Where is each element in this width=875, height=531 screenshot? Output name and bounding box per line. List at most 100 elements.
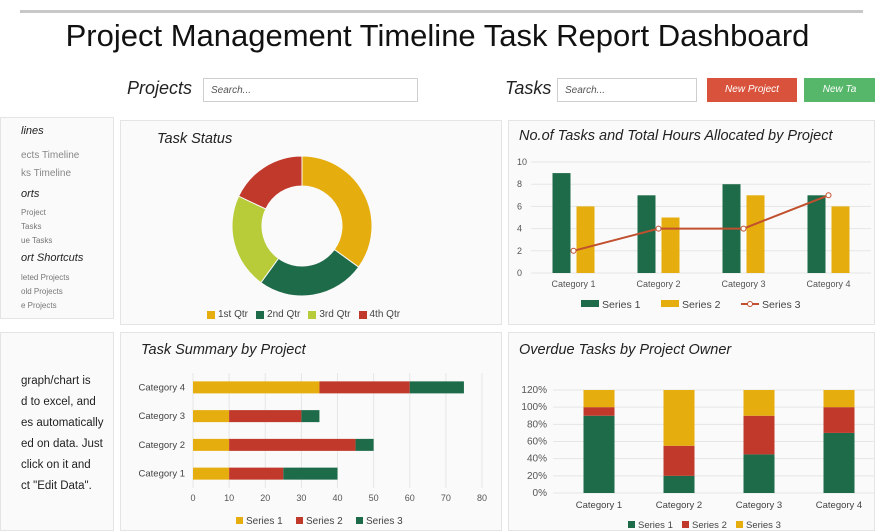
legend-swatch bbox=[628, 521, 635, 528]
y-tick-label: 20% bbox=[527, 471, 547, 482]
x-tick-label: Category 2 bbox=[636, 279, 680, 289]
sidebar-heading-timelines: lines bbox=[21, 125, 44, 137]
sidebar-item-old-projects[interactable]: old Projects bbox=[21, 287, 63, 296]
bar bbox=[831, 206, 850, 273]
legend-swatch bbox=[207, 310, 215, 319]
bar-segment bbox=[319, 381, 410, 394]
bar-segment bbox=[193, 438, 230, 451]
bar-segment bbox=[663, 445, 695, 476]
legend-label: Series 3 bbox=[366, 516, 403, 527]
y-tick-label: 0% bbox=[533, 488, 548, 499]
line-point bbox=[825, 192, 832, 199]
legend-swatch bbox=[682, 521, 689, 528]
sidebar-item-projects-timeline[interactable]: ects Timeline bbox=[21, 150, 79, 161]
legend-swatch bbox=[236, 517, 243, 524]
bar-segment bbox=[409, 381, 464, 394]
bar-segment bbox=[229, 467, 284, 480]
info-line: ct "Edit Data". bbox=[21, 480, 92, 492]
sidebar-heading-shortcuts: ort Shortcuts bbox=[21, 252, 84, 264]
x-tick-label: 10 bbox=[224, 493, 234, 503]
y-tick-label: 80% bbox=[527, 419, 547, 430]
projects-label: Projects bbox=[127, 78, 193, 98]
bar-segment bbox=[355, 438, 374, 451]
info-line: d to excel, and bbox=[21, 396, 96, 408]
legend-label: Series 3 bbox=[746, 520, 781, 531]
new-task-button[interactable]: New Ta bbox=[804, 78, 875, 102]
x-tick-label: 40 bbox=[332, 493, 342, 503]
sidebar-item-report-tasks[interactable]: Tasks bbox=[21, 222, 41, 231]
legend-label: 2nd Qtr bbox=[267, 309, 301, 320]
y-tick-label: 100% bbox=[521, 402, 547, 413]
legend-label: Series 2 bbox=[306, 516, 343, 527]
line-point bbox=[570, 247, 577, 254]
info-line: es automatically bbox=[21, 417, 104, 429]
sidebar-item-completed-projects[interactable]: leted Projects bbox=[21, 273, 69, 282]
y-tick-label: 2 bbox=[517, 246, 522, 256]
tasks-hours-chart: 0 2 4 6 8 10 Category 1 Category 2 Category 3 Cat… bbox=[517, 157, 871, 311]
donut-slice bbox=[237, 155, 303, 210]
bar bbox=[661, 217, 680, 273]
legend-label: Series 2 bbox=[682, 299, 721, 311]
bar bbox=[552, 173, 571, 273]
info-panel: graph/chart is d to excel, and es automa… bbox=[0, 332, 114, 531]
line-point bbox=[740, 225, 747, 232]
y-tick-label: 8 bbox=[517, 179, 522, 189]
legend-swatch bbox=[358, 310, 367, 319]
line-point bbox=[655, 225, 662, 232]
legend-swatch bbox=[308, 310, 317, 319]
legend-item: 1st Qtr bbox=[207, 309, 248, 320]
sidebar-item-tasks-timeline[interactable]: ks Timeline bbox=[21, 168, 71, 179]
tasks-search-input[interactable]: Search... bbox=[557, 78, 697, 102]
x-tick-label: Category 4 bbox=[816, 500, 862, 511]
legend-marker bbox=[747, 301, 753, 307]
projects-search-input[interactable]: Search... bbox=[203, 78, 418, 102]
bar-segment bbox=[663, 390, 695, 446]
info-line: click on it and bbox=[21, 459, 91, 471]
legend-item: 2nd Qtr bbox=[256, 309, 300, 320]
x-tick-label: 70 bbox=[441, 493, 451, 503]
bar-segment bbox=[743, 390, 775, 416]
new-project-button[interactable]: New Project bbox=[707, 78, 797, 102]
bar bbox=[807, 195, 826, 273]
legend-label: Series 1 bbox=[638, 520, 673, 531]
legend-label: 1st Qtr bbox=[218, 309, 249, 320]
sidebar-item-report-overdue[interactable]: ue Tasks bbox=[21, 236, 52, 245]
bar-segment bbox=[583, 407, 615, 416]
tasks-hours-panel: No.of Tasks and Total Hours Allocated by… bbox=[508, 120, 875, 325]
legend-item: 3rd Qtr bbox=[308, 309, 351, 320]
bar-segment bbox=[193, 410, 230, 423]
sidebar-heading-reports: orts bbox=[21, 188, 40, 200]
sidebar-navigation: lines ects Timeline ks Timeline orts Pro… bbox=[0, 117, 114, 319]
legend-label: Series 3 bbox=[762, 299, 801, 311]
legend-swatch bbox=[661, 300, 679, 307]
sidebar-item-active-projects[interactable]: e Projects bbox=[21, 301, 57, 310]
y-tick-label: Category 1 bbox=[139, 469, 185, 480]
bar-segment bbox=[301, 410, 320, 423]
y-tick-label: 0 bbox=[517, 268, 522, 278]
info-line: graph/chart is bbox=[21, 375, 91, 387]
info-line: ed on data. Just bbox=[21, 438, 103, 450]
x-tick-label: Category 3 bbox=[721, 279, 765, 289]
y-tick-label: 6 bbox=[517, 201, 522, 211]
x-tick-label: Category 1 bbox=[551, 279, 595, 289]
y-tick-label: Category 4 bbox=[139, 382, 185, 393]
page-title: Project Management Timeline Task Report … bbox=[65, 18, 810, 53]
task-status-legend: 1st Qtr 2nd Qtr 3rd Qtr 4th Qtr bbox=[207, 309, 400, 320]
overdue-chart: 0% 20% 40% 60% 80% 100% 120% Category 1 Category… bbox=[521, 385, 875, 531]
x-tick-label: 80 bbox=[477, 493, 487, 503]
bar-segment bbox=[663, 475, 695, 493]
task-summary-chart: 0 10 20 30 40 50 60 70 80 Category 1 Category 2 Cat… bbox=[139, 373, 487, 527]
bar-segment bbox=[583, 390, 615, 408]
x-tick-label: 0 bbox=[190, 493, 195, 503]
bar bbox=[746, 195, 765, 273]
legend-swatch bbox=[356, 517, 363, 524]
legend-swatch bbox=[256, 310, 265, 319]
bar bbox=[576, 206, 595, 273]
x-tick-label: 50 bbox=[369, 493, 379, 503]
legend-label: 3rd Qtr bbox=[319, 309, 351, 320]
sidebar-item-report-project[interactable]: Project bbox=[21, 208, 46, 217]
bar-segment bbox=[743, 415, 775, 455]
x-tick-label: Category 1 bbox=[576, 500, 622, 511]
y-tick-label: 10 bbox=[517, 157, 527, 167]
bar-segment bbox=[823, 407, 855, 433]
